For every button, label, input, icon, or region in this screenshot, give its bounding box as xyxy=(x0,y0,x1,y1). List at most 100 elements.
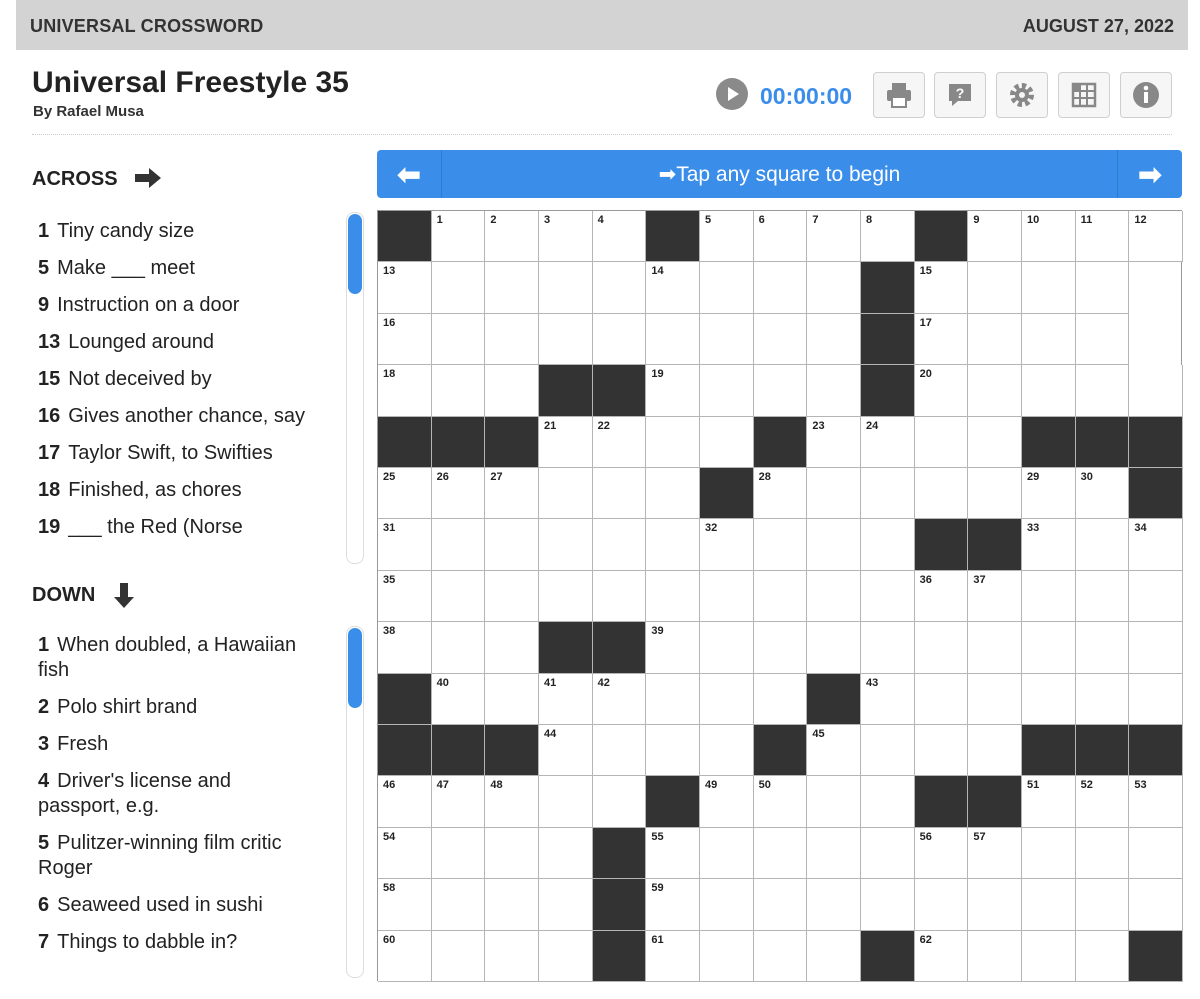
grid-cell[interactable] xyxy=(914,725,969,777)
grid-cell[interactable] xyxy=(807,519,861,571)
grid-cell[interactable]: 2 xyxy=(485,211,539,263)
grid-cell[interactable] xyxy=(539,468,593,520)
down-clue-3[interactable]: 3 Fresh xyxy=(38,732,318,757)
info-button[interactable] xyxy=(1120,72,1172,118)
grid-cell[interactable] xyxy=(968,879,1022,931)
grid-cell[interactable]: 12 xyxy=(1129,211,1183,263)
grid-cell[interactable]: 4 xyxy=(592,211,647,263)
grid-cell[interactable] xyxy=(807,622,861,674)
grid-cell[interactable]: 25 xyxy=(378,468,432,520)
grid-cell[interactable] xyxy=(485,570,539,623)
grid-cell[interactable] xyxy=(646,519,700,571)
grid-cell[interactable]: 61 xyxy=(646,930,700,982)
grid-cell[interactable] xyxy=(1075,570,1130,623)
grid-cell[interactable] xyxy=(861,776,915,828)
grid-cell[interactable] xyxy=(485,879,539,931)
grid-cell[interactable] xyxy=(646,673,700,725)
grid-cell[interactable] xyxy=(485,673,539,725)
grid-cell[interactable]: 49 xyxy=(700,776,754,828)
grid-cell[interactable]: 54 xyxy=(378,827,432,880)
grid-cell[interactable] xyxy=(914,468,969,520)
grid-cell[interactable]: 16 xyxy=(378,313,432,366)
grid-cell[interactable] xyxy=(753,827,808,880)
grid-cell[interactable] xyxy=(968,468,1022,520)
grid-cell[interactable] xyxy=(968,725,1022,777)
grid-cell[interactable]: 48 xyxy=(485,776,539,828)
grid-cell[interactable]: 27 xyxy=(485,468,539,520)
grid-button[interactable] xyxy=(1058,72,1110,118)
grid-cell[interactable] xyxy=(1075,365,1130,417)
help-button[interactable]: ? xyxy=(934,72,986,118)
grid-cell[interactable] xyxy=(485,622,539,674)
grid-cell[interactable] xyxy=(1075,262,1130,314)
grid-cell[interactable] xyxy=(592,776,647,828)
grid-cell[interactable]: 43 xyxy=(861,673,915,725)
grid-cell[interactable] xyxy=(861,468,915,520)
grid-cell[interactable] xyxy=(753,313,808,366)
grid-cell[interactable]: 53 xyxy=(1129,776,1183,828)
grid-cell[interactable] xyxy=(485,519,539,571)
across-clue-17[interactable]: 17 Taylor Swift, to Swifties xyxy=(38,441,318,466)
grid-cell[interactable]: 17 xyxy=(914,313,969,366)
grid-cell[interactable]: 35 xyxy=(378,570,432,623)
grid-cell[interactable] xyxy=(1129,673,1183,725)
across-clue-15[interactable]: 15 Not deceived by xyxy=(38,367,318,392)
grid-cell[interactable]: 29 xyxy=(1022,468,1076,520)
down-clue-7[interactable]: 7 Things to dabble in? xyxy=(38,930,318,955)
down-scroll-thumb[interactable] xyxy=(348,628,362,708)
grid-cell[interactable] xyxy=(753,262,808,314)
grid-cell[interactable]: 56 xyxy=(914,827,969,880)
grid-cell[interactable] xyxy=(1075,622,1130,674)
grid-cell[interactable] xyxy=(592,519,647,571)
grid-cell[interactable]: 3 xyxy=(539,211,593,263)
grid-cell[interactable] xyxy=(968,416,1022,468)
grid-cell[interactable]: 19 xyxy=(646,365,700,417)
grid-cell[interactable] xyxy=(431,519,486,571)
grid-cell[interactable]: 60 xyxy=(378,930,432,982)
grid-cell[interactable] xyxy=(1075,930,1130,982)
grid-cell[interactable] xyxy=(592,262,647,314)
grid-cell[interactable] xyxy=(914,622,969,674)
print-button[interactable] xyxy=(873,72,925,118)
grid-cell[interactable]: 6 xyxy=(753,211,808,263)
grid-cell[interactable] xyxy=(968,930,1022,982)
grid-cell[interactable] xyxy=(592,570,647,623)
grid-cell[interactable] xyxy=(700,570,754,623)
across-clue-5[interactable]: 5 Make ___ meet xyxy=(38,256,318,281)
grid-cell[interactable] xyxy=(861,725,915,777)
grid-cell[interactable] xyxy=(1129,827,1183,880)
grid-cell[interactable]: 52 xyxy=(1075,776,1130,828)
grid-cell[interactable]: 51 xyxy=(1022,776,1076,828)
grid-cell[interactable] xyxy=(431,262,486,314)
grid-cell[interactable] xyxy=(1022,673,1076,725)
down-clue-5[interactable]: 5 Pulitzer-winning film critic Roger xyxy=(38,831,318,881)
grid-cell[interactable] xyxy=(700,673,754,725)
grid-cell[interactable] xyxy=(700,930,754,982)
grid-cell[interactable] xyxy=(1075,519,1130,571)
grid-cell[interactable] xyxy=(1075,673,1130,725)
across-scrollbar[interactable] xyxy=(346,212,364,564)
grid-cell[interactable]: 13 xyxy=(378,262,432,314)
grid-cell[interactable] xyxy=(753,622,808,674)
grid-cell[interactable] xyxy=(539,519,593,571)
grid-cell[interactable] xyxy=(485,827,539,880)
grid-cell[interactable] xyxy=(485,313,539,366)
grid-cell[interactable]: 22 xyxy=(592,416,647,468)
grid-cell[interactable] xyxy=(592,313,647,366)
grid-cell[interactable]: 62 xyxy=(914,930,969,982)
grid-cell[interactable] xyxy=(807,879,861,931)
grid-cell[interactable] xyxy=(431,622,486,674)
grid-cell[interactable] xyxy=(539,776,593,828)
grid-cell[interactable] xyxy=(1022,570,1076,623)
grid-cell[interactable] xyxy=(1022,365,1076,417)
across-scroll-thumb[interactable] xyxy=(348,214,362,294)
across-clue-1[interactable]: 1 Tiny candy size xyxy=(38,219,318,244)
grid-cell[interactable] xyxy=(861,570,915,623)
grid-cell[interactable] xyxy=(700,827,754,880)
across-clue-13[interactable]: 13 Lounged around xyxy=(38,330,318,355)
grid-cell[interactable] xyxy=(485,930,539,982)
prev-clue-button[interactable]: ⬅ xyxy=(377,150,442,198)
grid-cell[interactable] xyxy=(431,313,486,366)
grid-cell[interactable] xyxy=(968,673,1022,725)
grid-cell[interactable]: 44 xyxy=(539,725,593,777)
